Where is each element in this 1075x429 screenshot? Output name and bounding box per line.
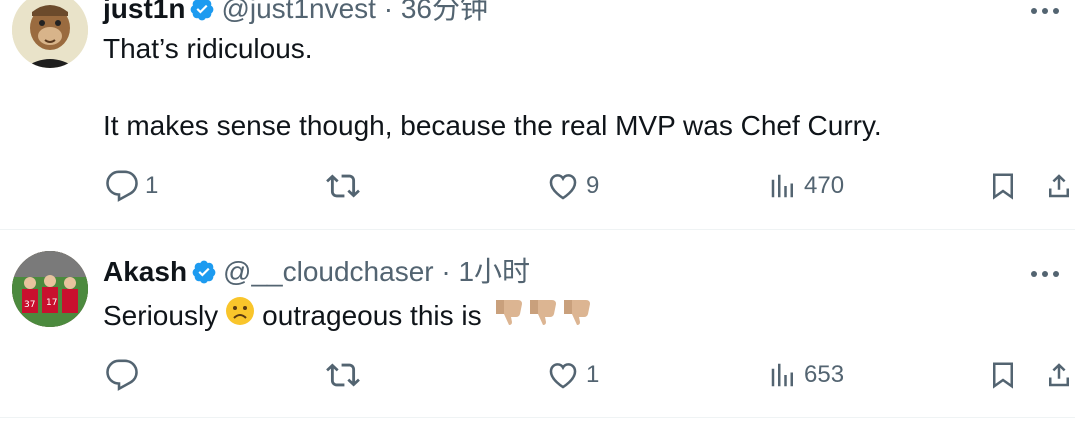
thumbs-down-emoji-icon	[560, 294, 594, 338]
like-button[interactable]: 9	[546, 168, 599, 204]
action-bar: 1 9 470	[0, 168, 1075, 204]
views-bar-chart-icon	[771, 174, 793, 198]
bookmark-button[interactable]	[988, 168, 1018, 204]
reply-button[interactable]: 1	[105, 168, 158, 204]
bored-ape-avatar-icon	[12, 0, 88, 68]
heart-icon	[549, 363, 577, 389]
verified-badge-icon	[189, 0, 215, 30]
football-team-avatar-icon: 37 17	[12, 251, 88, 327]
more-dots-icon	[1031, 8, 1059, 14]
retweet-icon	[326, 363, 360, 387]
bookmark-icon	[993, 362, 1013, 389]
separator-dot: ·	[375, 0, 401, 24]
timestamp[interactable]: 1小时	[458, 256, 530, 287]
reply-button[interactable]	[105, 357, 145, 393]
reply-icon	[106, 170, 138, 202]
action-bar: 1 653	[0, 357, 1075, 393]
views-bar-chart-icon	[771, 363, 793, 387]
bookmark-icon	[993, 173, 1013, 200]
tweet[interactable]: 37 17 Akash @__cloudchaser · 1小时 Seriousl…	[0, 231, 1075, 418]
display-name[interactable]: just1n	[103, 0, 185, 24]
tweet[interactable]: just1n @just1nvest · 36分钟 That’s ridiculo…	[0, 0, 1075, 230]
like-count: 9	[586, 172, 600, 199]
reply-count: 1	[145, 172, 159, 199]
svg-text:37: 37	[24, 300, 35, 310]
like-count: 1	[586, 361, 600, 388]
share-button[interactable]	[1044, 168, 1074, 204]
views-button[interactable]: 470	[768, 168, 844, 204]
user-handle[interactable]: @just1nvest	[221, 0, 376, 24]
tweet-text-line: It makes sense though, because the real …	[103, 110, 882, 141]
tweet-text-segment: outrageous this is	[262, 300, 482, 331]
tweet-header: just1n @just1nvest · 36分钟	[103, 0, 488, 30]
bookmark-button[interactable]	[988, 357, 1018, 393]
share-button[interactable]	[1044, 357, 1074, 393]
avatar[interactable]: 37 17	[12, 251, 88, 327]
frowning-face-emoji-icon	[224, 295, 256, 337]
share-icon	[1049, 363, 1069, 387]
separator-dot: ·	[433, 256, 459, 287]
tweet-text: Seriously outrageous this is	[103, 294, 594, 338]
retweet-button[interactable]	[326, 168, 366, 204]
retweet-button[interactable]	[326, 357, 366, 393]
reply-icon	[106, 359, 138, 391]
views-button[interactable]: 653	[768, 357, 844, 393]
verified-badge-icon	[191, 259, 217, 293]
avatar[interactable]	[12, 0, 88, 68]
share-icon	[1049, 174, 1069, 198]
timestamp[interactable]: 36分钟	[401, 0, 488, 24]
more-options-button[interactable]	[1023, 259, 1067, 289]
tweet-text-segment: Seriously	[103, 300, 219, 331]
view-count: 653	[804, 361, 845, 388]
more-options-button[interactable]	[1023, 0, 1067, 26]
tweet-header: Akash @__cloudchaser · 1小时	[103, 255, 530, 293]
view-count: 470	[804, 172, 845, 199]
svg-text:17: 17	[46, 298, 57, 308]
tweet-text-line: That’s ridiculous.	[103, 33, 313, 64]
like-button[interactable]: 1	[546, 357, 599, 393]
heart-icon	[549, 174, 577, 200]
thumbs-down-emoji-icon	[526, 294, 560, 338]
more-dots-icon	[1031, 271, 1059, 277]
user-handle[interactable]: @__cloudchaser	[223, 256, 434, 287]
thumbs-down-emoji-icon	[492, 294, 526, 338]
display-name[interactable]: Akash	[103, 256, 187, 287]
retweet-icon	[326, 174, 360, 198]
